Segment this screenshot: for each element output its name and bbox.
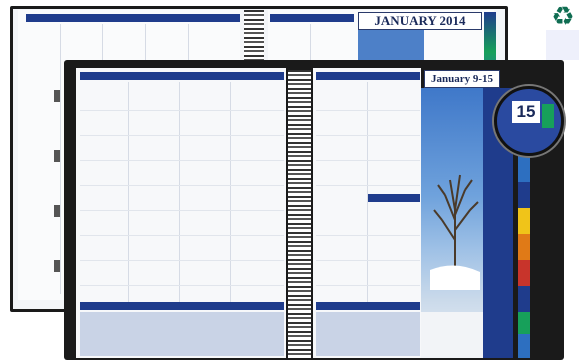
tree-icon (430, 174, 480, 290)
front-column-divider (230, 82, 231, 302)
back-tab-marker (54, 90, 60, 102)
front-row-line (316, 160, 420, 161)
front-right-bottom-bar (316, 302, 420, 310)
back-tab-marker (54, 260, 60, 272)
tab (518, 334, 530, 358)
front-row-line (80, 210, 284, 211)
front-row-line (80, 110, 284, 111)
front-row-line (80, 160, 284, 161)
tab (518, 286, 530, 312)
photo-caption-area (421, 312, 483, 358)
tab (518, 260, 530, 286)
back-tab-marker (54, 150, 60, 162)
recycle-icon: ♻ (551, 2, 575, 32)
front-row-line (80, 235, 284, 236)
tab (518, 312, 530, 334)
front-week-title: January 9-15 (424, 70, 500, 88)
back-grid-line (310, 24, 311, 64)
tab (518, 182, 530, 208)
front-row-line (316, 185, 420, 186)
front-column-divider (367, 82, 368, 302)
corner-square (546, 30, 579, 60)
front-left-header-bar (80, 72, 284, 80)
front-right-mid-bar (368, 194, 420, 202)
back-left-header-bar (26, 14, 240, 22)
front-row-line (316, 110, 420, 111)
front-right-notes-block (316, 312, 420, 356)
front-right-header-bar (316, 72, 420, 80)
back-month-title: JANUARY 2014 (358, 12, 482, 30)
back-photo (358, 30, 424, 62)
front-row-line (316, 260, 420, 261)
front-left-bottom-bar (80, 302, 284, 310)
front-row-line (80, 260, 284, 261)
front-spiral-binding (288, 70, 311, 358)
tab (518, 156, 530, 182)
tab (518, 208, 530, 234)
front-row-line (80, 185, 284, 186)
back-tab-marker (54, 205, 60, 217)
front-left-notes-block (80, 312, 284, 356)
front-row-line (80, 285, 284, 286)
front-row-line (316, 285, 420, 286)
magnified-tab (542, 104, 554, 128)
front-column-divider (128, 82, 129, 302)
front-row-line (316, 235, 420, 236)
back-grid-line (60, 24, 61, 294)
back-right-header-bar (270, 14, 354, 22)
front-row-line (316, 135, 420, 136)
tab (518, 234, 530, 260)
magnified-date: 15 (512, 101, 540, 123)
front-column-divider (179, 82, 180, 302)
front-row-line (80, 135, 284, 136)
